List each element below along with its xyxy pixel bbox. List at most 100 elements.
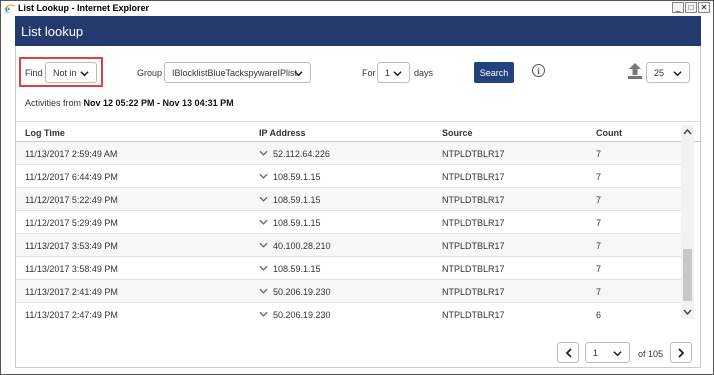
source-cell: NTPLDTBLR17	[442, 264, 505, 274]
log-time-cell: 11/13/2017 2:47:49 PM	[25, 310, 118, 320]
page-title: List lookup	[21, 23, 84, 39]
log-time-cell: 11/13/2017 3:58:49 PM	[25, 264, 118, 274]
app-header: List lookup	[15, 16, 701, 46]
chevron-down-icon[interactable]	[259, 150, 268, 157]
column-header-log-time[interactable]: Log Time	[25, 128, 65, 138]
column-header-source[interactable]: Source	[442, 128, 473, 138]
activities-range: Nov 12 05:22 PM - Nov 13 04:31 PM	[83, 98, 234, 108]
chevron-down-icon	[294, 71, 303, 77]
minimize-button[interactable]: _	[672, 2, 684, 13]
count-cell: 7	[596, 195, 602, 205]
scroll-up-arrow[interactable]	[681, 125, 694, 139]
source-cell: NTPLDTBLR17	[442, 287, 505, 297]
group-select-value: IBlocklistBlueTackspywareIPlist	[172, 67, 298, 78]
count-cell: 7	[596, 172, 602, 182]
table-body: 11/13/2017 2:59:49 AM 52.112.64.226 NTPL…	[16, 142, 682, 321]
chevron-down-icon[interactable]	[259, 288, 268, 295]
page-size-value: 25	[654, 67, 665, 78]
ip-address-cell: 52.112.64.226	[273, 149, 330, 159]
chevron-up-icon	[683, 129, 692, 135]
previous-page-button[interactable]	[557, 342, 579, 363]
days-label: days	[414, 68, 434, 78]
count-cell: 7	[596, 149, 602, 159]
ip-address-cell: 50.206.19.230	[273, 310, 331, 320]
ip-address-cell: 108.59.1.15	[273, 195, 321, 205]
table-row[interactable]: 11/13/2017 2:41:49 PM 50.206.19.230 NTPL…	[16, 280, 682, 303]
close-button[interactable]: ✕	[698, 2, 710, 13]
chevron-down-icon[interactable]	[259, 219, 268, 226]
count-cell: 6	[596, 310, 602, 320]
log-time-cell: 11/12/2017 6:44:49 PM	[25, 172, 118, 182]
count-cell: 7	[596, 218, 602, 228]
upload-icon[interactable]	[628, 63, 642, 79]
total-pages-text: of 105	[638, 349, 664, 359]
source-cell: NTPLDTBLR17	[442, 172, 505, 182]
chevron-down-icon[interactable]	[259, 196, 268, 203]
info-icon[interactable]: i	[532, 64, 545, 77]
table-row[interactable]: 11/12/2017 5:22:49 PM 108.59.1.15 NTPLDT…	[16, 188, 682, 211]
column-header-count[interactable]: Count	[596, 128, 622, 138]
maximize-button[interactable]: □	[685, 2, 697, 13]
ip-address-cell: 50.206.19.230	[273, 287, 331, 297]
days-select-value: 1	[385, 67, 391, 78]
scrollbar-thumb[interactable]	[683, 249, 692, 301]
count-cell: 7	[596, 287, 602, 297]
chevron-left-icon	[565, 347, 572, 358]
for-label: For	[362, 68, 376, 78]
chevron-right-icon	[677, 347, 684, 358]
window-titlebar: e List Lookup - Internet Explorer _ □ ✕	[1, 1, 713, 15]
ip-address-cell: 40.100.28.210	[273, 241, 331, 251]
source-cell: NTPLDTBLR17	[442, 195, 505, 205]
table-row[interactable]: 11/13/2017 2:47:49 PM 50.206.19.230 NTPL…	[16, 303, 682, 321]
next-page-button[interactable]	[670, 342, 692, 363]
column-header-ip-address[interactable]: IP Address	[259, 128, 306, 138]
find-label: Find	[25, 68, 43, 78]
source-cell: NTPLDTBLR17	[442, 241, 505, 251]
days-select[interactable]: 1	[377, 62, 410, 83]
current-page-value: 1	[593, 347, 599, 358]
find-select[interactable]: Not in	[45, 62, 97, 83]
page-number-select[interactable]: 1	[585, 342, 630, 363]
activities-prefix: Activities from	[25, 98, 84, 108]
results-table: Log Time IP Address Source Count 11/13/2…	[16, 121, 700, 321]
window-controls: _ □ ✕	[672, 2, 710, 13]
table-scrollbar[interactable]	[681, 125, 694, 319]
log-time-cell: 11/13/2017 2:41:49 PM	[25, 287, 118, 297]
group-select[interactable]: IBlocklistBlueTackspywareIPlist	[164, 62, 311, 83]
table-row[interactable]: 11/13/2017 3:53:49 PM 40.100.28.210 NTPL…	[16, 234, 682, 257]
chevron-down-icon	[683, 309, 692, 315]
chevron-down-icon	[673, 71, 682, 77]
chevron-down-icon[interactable]	[259, 242, 268, 249]
log-time-cell: 11/12/2017 5:22:49 PM	[25, 195, 118, 205]
search-button[interactable]: Search	[474, 62, 514, 83]
ie-logo-icon: e	[4, 3, 15, 14]
source-cell: NTPLDTBLR17	[442, 149, 505, 159]
chevron-down-icon	[613, 351, 622, 357]
scroll-down-arrow[interactable]	[681, 305, 694, 319]
ip-address-cell: 108.59.1.15	[273, 218, 321, 228]
table-row[interactable]: 11/12/2017 5:29:49 PM 108.59.1.15 NTPLDT…	[16, 211, 682, 234]
window-title: List Lookup - Internet Explorer	[18, 3, 150, 13]
find-select-value: Not in	[53, 67, 77, 78]
table-row[interactable]: 11/12/2017 6:44:49 PM 108.59.1.15 NTPLDT…	[16, 165, 682, 188]
chevron-down-icon	[80, 71, 89, 77]
ip-address-cell: 108.59.1.15	[273, 172, 321, 182]
chevron-down-icon[interactable]	[259, 173, 268, 180]
source-cell: NTPLDTBLR17	[442, 218, 505, 228]
source-cell: NTPLDTBLR17	[442, 310, 505, 320]
table-row[interactable]: 11/13/2017 2:59:49 AM 52.112.64.226 NTPL…	[16, 142, 682, 165]
page-size-select[interactable]: 25	[646, 62, 690, 83]
count-cell: 7	[596, 241, 602, 251]
count-cell: 7	[596, 264, 602, 274]
log-time-cell: 11/12/2017 5:29:49 PM	[25, 218, 118, 228]
log-time-cell: 11/13/2017 2:59:49 AM	[25, 149, 118, 159]
chevron-down-icon[interactable]	[259, 265, 268, 272]
table-header: Log Time IP Address Source Count	[16, 121, 700, 142]
chevron-down-icon[interactable]	[259, 311, 268, 318]
activities-range-text: Activities from Nov 12 05:22 PM - Nov 13…	[25, 98, 234, 108]
ip-address-cell: 108.59.1.15	[273, 264, 321, 274]
log-time-cell: 11/13/2017 3:53:49 PM	[25, 241, 118, 251]
chevron-down-icon	[393, 71, 402, 77]
table-row[interactable]: 11/13/2017 3:58:49 PM 108.59.1.15 NTPLDT…	[16, 257, 682, 280]
group-label: Group	[137, 68, 163, 78]
